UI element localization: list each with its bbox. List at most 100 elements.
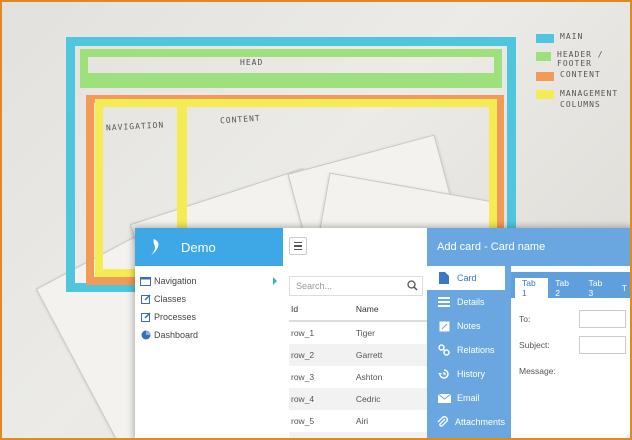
cell-name: Tiger xyxy=(355,328,375,338)
column-header-id[interactable]: Id xyxy=(289,298,354,322)
history-icon xyxy=(437,368,451,380)
search-placeholder: Search... xyxy=(296,281,333,291)
legend-swatch xyxy=(536,34,554,43)
nav-item-navigation[interactable]: Navigation xyxy=(135,272,283,290)
form-row-message: Message: xyxy=(519,360,626,382)
nav-label: Dashboard xyxy=(154,330,199,340)
dialog-title: Add card - Card name xyxy=(437,241,546,253)
paperclip-icon xyxy=(437,416,449,428)
to-field[interactable] xyxy=(579,310,626,328)
subject-label: Subject: xyxy=(519,340,550,350)
cell-id: row_2 xyxy=(289,344,354,366)
menu-item-card[interactable]: Card xyxy=(427,266,505,290)
menu-label: Relations xyxy=(457,345,495,355)
nav-item-processes[interactable]: Processes xyxy=(135,308,283,326)
nav-list: Navigation Classes Processes Dashboard xyxy=(135,266,283,344)
cell-id: row_4 xyxy=(289,388,354,410)
table-row[interactable]: row_6Brielle xyxy=(289,432,427,438)
legend-swatch xyxy=(536,52,552,61)
to-label: To: xyxy=(519,314,531,324)
list-icon xyxy=(437,296,451,308)
tab-2[interactable]: Tab 2 xyxy=(548,278,581,298)
note-icon xyxy=(437,320,451,332)
menu-item-history[interactable]: History xyxy=(427,362,505,386)
form-row-to: To: xyxy=(519,308,626,330)
list-panel: Search... Id Name row_1 Tiger row_2 Garret… xyxy=(283,228,427,438)
card-form-pane: Tab 1 Tab 2 Tab 3 T To: Subject: Message… xyxy=(511,266,630,438)
brand-name: Demo xyxy=(181,239,216,255)
envelope-icon xyxy=(437,392,451,404)
menu-toggle-button[interactable] xyxy=(289,237,307,255)
cell-name: Brielle xyxy=(353,432,427,438)
legend-label: HEADER / FOOTER xyxy=(557,50,604,68)
nav-item-dashboard[interactable]: Dashboard xyxy=(135,326,283,344)
legend-item: MANAGEMENT COLUMNS xyxy=(536,88,630,110)
search-icon[interactable] xyxy=(407,280,418,293)
table-header-row: Id Name xyxy=(289,298,427,322)
add-card-dialog: Add card - Card name Card Details Notes … xyxy=(427,228,630,438)
subject-field[interactable] xyxy=(579,336,626,354)
cell-name: Airi xyxy=(355,416,369,426)
cell-name: Garrett xyxy=(353,344,427,366)
header-bottom-bar xyxy=(80,80,502,96)
menu-label: Details xyxy=(457,297,485,307)
menu-label: Attachments xyxy=(454,417,505,427)
window-icon xyxy=(140,276,151,286)
menu-item-attachments[interactable]: Attachments xyxy=(427,410,505,434)
edit-icon xyxy=(140,294,151,304)
file-icon xyxy=(437,272,451,284)
menu-label: Notes xyxy=(457,321,481,331)
chevron-right-icon xyxy=(273,277,277,285)
legend-item: CONTENT xyxy=(536,70,601,81)
menu-label: Card xyxy=(457,273,477,283)
menu-label: History xyxy=(457,369,486,379)
tab-bar: Tab 1 Tab 2 Tab 3 T xyxy=(511,272,630,298)
tab-3[interactable]: Tab 3 xyxy=(582,278,615,298)
legend-swatch xyxy=(536,90,554,99)
logo-icon xyxy=(149,238,163,256)
sidebar: Demo Navigation Classes Processes Dashbo… xyxy=(135,228,284,438)
menu-item-notes[interactable]: Notes xyxy=(427,314,505,338)
menu-item-details[interactable]: Details xyxy=(427,290,505,314)
link-icon xyxy=(437,344,451,356)
pie-chart-icon xyxy=(140,330,151,340)
tab-4[interactable]: T xyxy=(615,278,630,298)
search-input[interactable]: Search... xyxy=(289,276,423,296)
table-row[interactable]: row_1 Tiger xyxy=(289,321,427,344)
head-label: HEAD xyxy=(240,58,264,67)
header-box xyxy=(80,49,502,81)
photo-background: HEAD NAVIGATION CONTENT MAIN HEADER / FO… xyxy=(0,0,632,440)
app-window: Demo Navigation Classes Processes Dashbo… xyxy=(135,228,630,438)
menu-item-email[interactable]: Email xyxy=(427,386,505,410)
cell-id: row_5 xyxy=(291,416,315,426)
records-table: Id Name row_1 Tiger row_2 Garrett row_3 Ash… xyxy=(289,298,427,438)
cell-id: row_6 xyxy=(289,432,354,438)
cell-name: Ashton xyxy=(355,372,383,382)
brand-header[interactable]: Demo xyxy=(135,228,283,266)
table-row[interactable]: row_3 Ashton xyxy=(289,366,427,388)
menu-label: Email xyxy=(457,393,480,403)
table-row[interactable]: row_2 Garrett xyxy=(289,344,427,366)
nav-item-classes[interactable]: Classes xyxy=(135,290,283,308)
nav-label: Navigation xyxy=(154,276,197,286)
legend-label: CONTENT xyxy=(560,70,601,79)
table-row[interactable]: row_5 Airi xyxy=(289,410,427,432)
edit-icon xyxy=(140,312,151,322)
message-label: Message: xyxy=(519,366,556,376)
legend-swatch xyxy=(536,72,554,81)
legend-item: HEADER / FOOTER xyxy=(536,50,630,68)
cell-id: row_1 xyxy=(291,328,315,338)
nav-label: Processes xyxy=(154,312,197,322)
menu-item-relations[interactable]: Relations xyxy=(427,338,505,362)
legend-label: MAIN xyxy=(560,32,584,41)
nav-label: Classes xyxy=(154,294,187,304)
legend-label: MANAGEMENT COLUMNS xyxy=(560,89,619,109)
dialog-menu: Card Details Notes Relations History Ema… xyxy=(427,266,505,434)
cell-id: row_3 xyxy=(291,372,315,382)
table-row[interactable]: row_4 Cedric xyxy=(289,388,427,410)
tab-1[interactable]: Tab 1 xyxy=(515,278,549,298)
column-header-name[interactable]: Name xyxy=(353,298,427,322)
legend-item: MAIN xyxy=(536,32,583,43)
cell-name: Cedric xyxy=(353,388,427,410)
form-row-subject: Subject: xyxy=(519,334,626,356)
